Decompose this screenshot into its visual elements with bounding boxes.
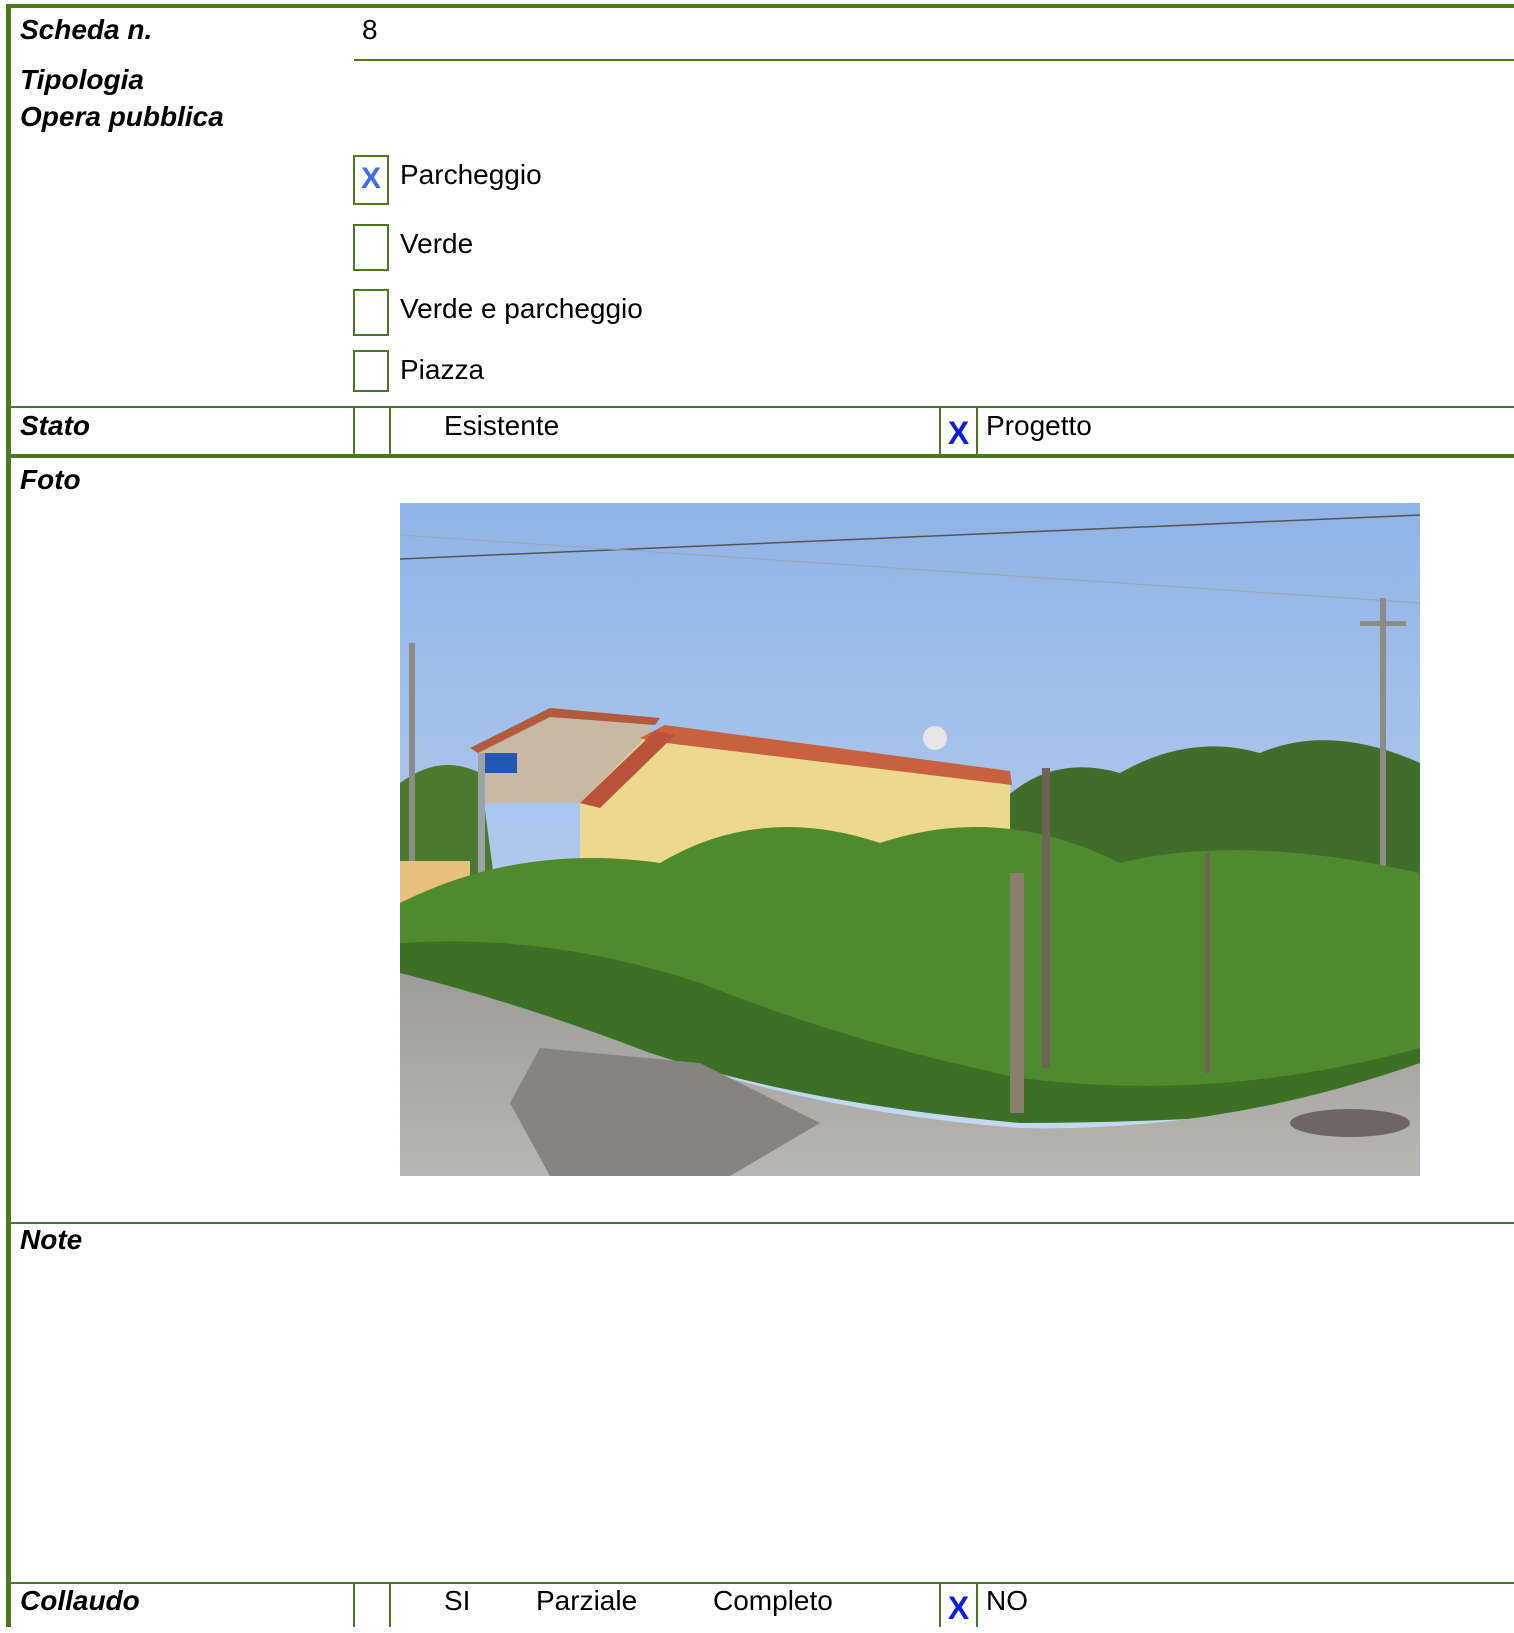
parziale-label: Parziale: [536, 1585, 638, 1616]
stato-label: Stato: [20, 410, 90, 441]
piazza-checkbox[interactable]: [353, 350, 389, 392]
esistente-label: Esistente: [444, 410, 560, 441]
check-mark: X: [947, 1590, 970, 1626]
piazza-label: Piazza: [400, 354, 485, 385]
progetto-label: Progetto: [986, 410, 1092, 441]
completo-label: Completo: [713, 1585, 833, 1616]
esistente-checkbox[interactable]: [355, 408, 389, 454]
stato-col-2: [389, 406, 391, 456]
verde-parcheggio-checkbox[interactable]: [353, 289, 389, 336]
no-checkbox[interactable]: X: [941, 1583, 976, 1627]
si-label: SI: [444, 1585, 471, 1616]
collaudo-col-2: [389, 1582, 391, 1627]
parcheggio-label: Parcheggio: [400, 159, 542, 190]
check-mark: X: [947, 415, 970, 451]
parcheggio-checkbox[interactable]: X: [353, 155, 389, 205]
verde-parcheggio-label: Verde e parcheggio: [400, 293, 643, 324]
divider-scheda: [354, 59, 1514, 61]
tipologia-label: Tipologia: [20, 64, 144, 95]
check-mark: X: [360, 162, 381, 195]
scheda-label: Scheda n.: [20, 14, 153, 45]
collaudo-col-4: [976, 1582, 978, 1627]
note-label: Note: [20, 1224, 83, 1255]
scheda-number: 8: [362, 14, 378, 45]
verde-checkbox[interactable]: [353, 224, 389, 271]
top-border: [6, 4, 1514, 8]
collaudo-col-1: [353, 1582, 355, 1627]
verde-label: Verde: [400, 228, 474, 259]
site-photo: [400, 503, 1420, 1176]
progetto-checkbox[interactable]: X: [941, 408, 976, 454]
opera-pubblica-label: Opera pubblica: [20, 101, 224, 132]
collaudo-label: Collaudo: [20, 1585, 140, 1616]
no-label: NO: [986, 1585, 1028, 1616]
divider-tipologia: [10, 406, 1514, 408]
foto-label: Foto: [20, 464, 81, 495]
divider-foto: [10, 1222, 1514, 1224]
left-border: [6, 4, 11, 1627]
stato-col-4: [976, 406, 978, 456]
divider-stato: [10, 454, 1514, 458]
